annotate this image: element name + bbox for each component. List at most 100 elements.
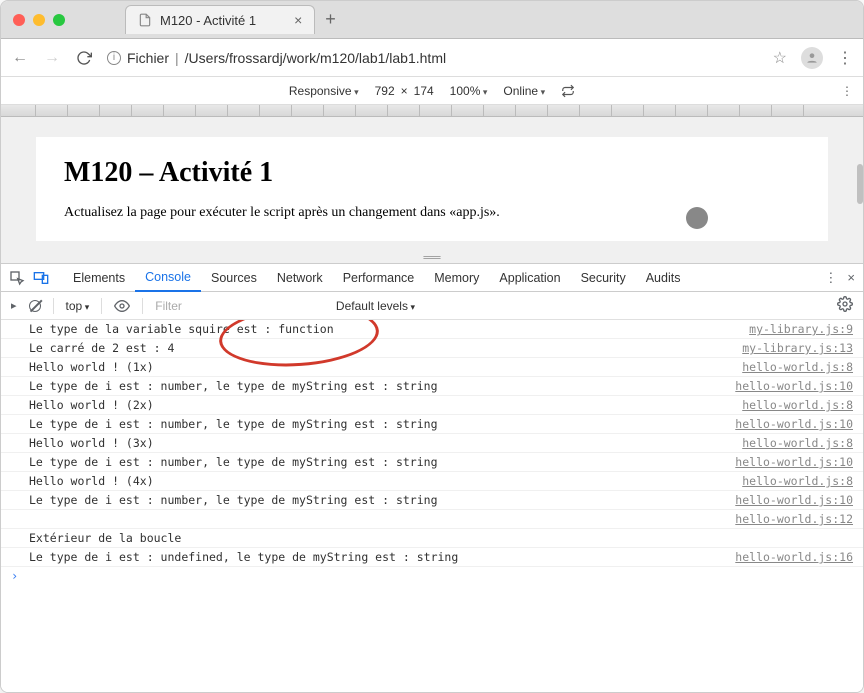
viewport-width-input[interactable]: 792 — [375, 84, 395, 98]
toggle-device-icon[interactable] — [33, 270, 49, 286]
console-output: Le type de la variable squire est : func… — [1, 320, 863, 692]
console-settings-button[interactable] — [837, 296, 853, 315]
url-path: /Users/frossardj/work/m120/lab1/lab1.htm… — [185, 50, 446, 66]
console-row: Le type de i est : number, le type de my… — [1, 377, 863, 396]
console-source-link[interactable]: hello-world.js:10 — [735, 417, 853, 431]
url-bar: ← → i Fichier | /Users/frossardj/work/m1… — [1, 39, 863, 77]
console-row: Le type de i est : number, le type de my… — [1, 453, 863, 472]
console-message — [29, 512, 735, 526]
url-scheme: Fichier — [127, 50, 169, 66]
devtools-close-button[interactable]: × — [847, 270, 855, 286]
console-source-link[interactable]: my-library.js:13 — [742, 341, 853, 355]
console-message: Le type de i est : number, le type de my… — [29, 417, 735, 431]
reload-button[interactable] — [75, 49, 93, 67]
resize-handle[interactable] — [857, 164, 863, 204]
devtools-tabbar: ElementsConsoleSourcesNetworkPerformance… — [1, 264, 863, 292]
console-prompt[interactable]: › — [1, 567, 863, 585]
console-source-link[interactable]: hello-world.js:8 — [742, 436, 853, 450]
site-info-icon[interactable]: i — [107, 51, 121, 65]
console-source-link[interactable]: hello-world.js:16 — [735, 550, 853, 564]
forward-button[interactable]: → — [43, 49, 61, 67]
devtools-tab-memory[interactable]: Memory — [424, 264, 489, 292]
new-tab-button[interactable]: + — [325, 9, 336, 30]
console-message: Le carré de 2 est : 4 — [29, 341, 742, 355]
close-window-button[interactable] — [13, 14, 25, 26]
browser-tab[interactable]: M120 - Activité 1 × — [125, 5, 315, 34]
page-heading: M120 – Activité 1 — [64, 157, 800, 189]
console-message: Le type de i est : number, le type de my… — [29, 455, 735, 469]
console-row: Hello world ! (1x)hello-world.js:8 — [1, 358, 863, 377]
viewport-height-input[interactable]: 174 — [414, 84, 434, 98]
bookmark-button[interactable]: ☆ — [773, 48, 787, 68]
devtools-menu-button[interactable]: ⋮ — [824, 270, 837, 286]
console-row: Le carré de 2 est : 4my-library.js:13 — [1, 339, 863, 358]
log-levels-select[interactable]: Default levels — [336, 299, 415, 313]
page-favicon-icon — [138, 13, 152, 27]
console-message: Hello world ! (2x) — [29, 398, 742, 412]
throttle-select[interactable]: Online — [503, 84, 545, 98]
console-row: Le type de i est : undefined, le type de… — [1, 548, 863, 567]
console-row: Hello world ! (2x)hello-world.js:8 — [1, 396, 863, 415]
ruler — [1, 105, 863, 117]
profile-button[interactable] — [801, 47, 823, 69]
console-row: Le type de la variable squire est : func… — [1, 320, 863, 339]
titlebar: M120 - Activité 1 × + — [1, 1, 863, 39]
console-source-link[interactable]: hello-world.js:8 — [742, 398, 853, 412]
console-row: Le type de i est : number, le type de my… — [1, 415, 863, 434]
console-message: Hello world ! (4x) — [29, 474, 742, 488]
console-message: Hello world ! (1x) — [29, 360, 742, 374]
devtools-tab-elements[interactable]: Elements — [63, 264, 135, 292]
viewport-area: M120 – Activité 1 Actualisez la page pou… — [1, 105, 863, 263]
context-selector[interactable]: top — [66, 299, 90, 313]
url-divider: | — [175, 50, 179, 66]
minimize-window-button[interactable] — [33, 14, 45, 26]
device-menu-button[interactable]: ⋮ — [841, 84, 853, 98]
filter-input[interactable]: Filter — [155, 299, 182, 313]
console-message: Le type de la variable squire est : func… — [29, 322, 749, 336]
console-row: Le type de i est : number, le type de my… — [1, 491, 863, 510]
inspect-element-icon[interactable] — [9, 270, 25, 286]
address-bar[interactable]: i Fichier | /Users/frossardj/work/m120/l… — [107, 50, 759, 66]
console-message: Hello world ! (3x) — [29, 436, 742, 450]
maximize-window-button[interactable] — [53, 14, 65, 26]
console-source-link[interactable]: my-library.js:9 — [749, 322, 853, 336]
live-expression-icon[interactable] — [114, 298, 130, 314]
dim-separator: × — [401, 84, 408, 98]
devtools-tab-network[interactable]: Network — [267, 264, 333, 292]
devtools-tab-application[interactable]: Application — [489, 264, 570, 292]
devtools-tab-audits[interactable]: Audits — [636, 264, 691, 292]
browser-menu-button[interactable]: ⋮ — [837, 48, 853, 68]
console-sidebar-toggle[interactable]: ▸ — [11, 299, 17, 312]
console-message: Le type de i est : number, le type de my… — [29, 379, 735, 393]
devtools-tab-performance[interactable]: Performance — [333, 264, 425, 292]
tab-title: M120 - Activité 1 — [160, 13, 256, 28]
console-source-link[interactable]: hello-world.js:10 — [735, 493, 853, 507]
devtools-panel: ElementsConsoleSourcesNetworkPerformance… — [1, 263, 863, 692]
devtools-tab-security[interactable]: Security — [571, 264, 636, 292]
zoom-select[interactable]: 100% — [450, 84, 488, 98]
browser-window: M120 - Activité 1 × + ← → i Fichier | /U… — [0, 0, 864, 693]
console-message: Extérieur de la boucle — [29, 531, 853, 545]
back-button[interactable]: ← — [11, 49, 29, 67]
rendered-page: M120 – Activité 1 Actualisez la page pou… — [36, 137, 828, 241]
device-mode-select[interactable]: Responsive — [289, 84, 359, 98]
console-row: Extérieur de la boucle — [1, 529, 863, 548]
console-row: Hello world ! (3x)hello-world.js:8 — [1, 434, 863, 453]
console-source-link[interactable]: hello-world.js:10 — [735, 379, 853, 393]
console-source-link[interactable]: hello-world.js:10 — [735, 455, 853, 469]
close-tab-button[interactable]: × — [294, 12, 302, 28]
console-message: Le type de i est : undefined, le type de… — [29, 550, 735, 564]
console-source-link[interactable]: hello-world.js:8 — [742, 474, 853, 488]
devtools-drag-handle[interactable]: ══ — [1, 251, 863, 263]
clear-console-button[interactable] — [29, 300, 41, 312]
console-row: Hello world ! (4x)hello-world.js:8 — [1, 472, 863, 491]
rotate-icon[interactable] — [561, 84, 575, 98]
devtools-tab-sources[interactable]: Sources — [201, 264, 267, 292]
console-toolbar: ▸ top Filter Default levels — [1, 292, 863, 320]
devtools-tab-console[interactable]: Console — [135, 264, 201, 292]
console-message: Le type de i est : number, le type de my… — [29, 493, 735, 507]
console-source-link[interactable]: hello-world.js:8 — [742, 360, 853, 374]
console-source-link[interactable]: hello-world.js:12 — [735, 512, 853, 526]
window-controls — [13, 14, 65, 26]
page-circle-icon — [686, 207, 708, 229]
